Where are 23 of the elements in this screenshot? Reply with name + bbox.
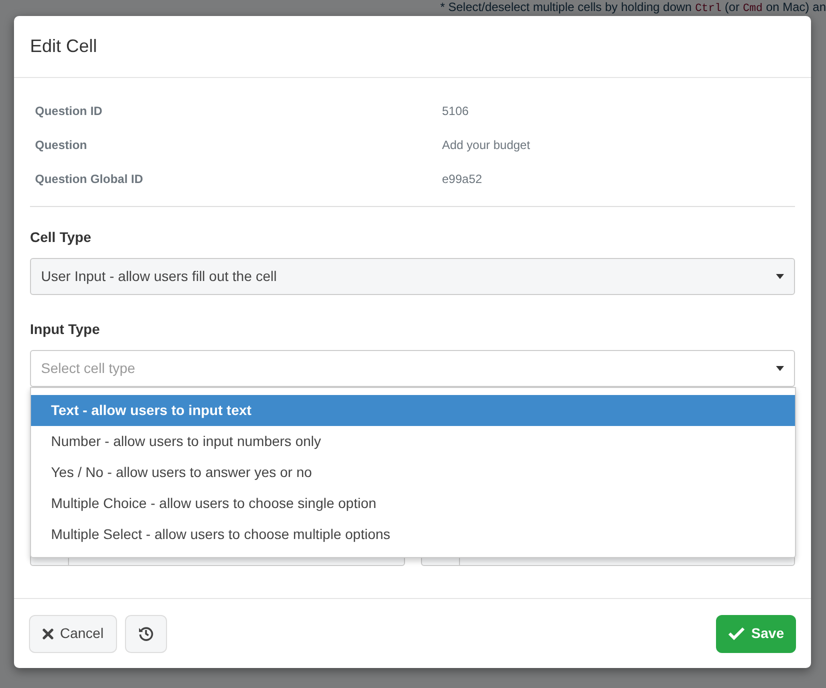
detail-value: e99a52	[442, 171, 482, 188]
dropdown-option[interactable]: Text - allow users to input text	[31, 395, 795, 426]
history-button[interactable]	[124, 614, 167, 652]
dropdown-option[interactable]: Multiple Select - allow users to choose multiple options	[31, 519, 795, 550]
close-icon	[42, 628, 54, 640]
detail-label: Question Global ID	[34, 171, 144, 188]
field-label: Input Type	[30, 320, 101, 339]
field-label: Cell Type	[30, 228, 92, 247]
cell-type-select[interactable]: User Input - allow users fill out the cell	[30, 258, 795, 295]
dropdown-option[interactable]: Yes / No - allow users to answer yes or no	[31, 457, 795, 488]
dropdown-option[interactable]: Number - allow users to input numbers only	[31, 426, 795, 457]
background-instruction-text: * Select/deselect multiple cells by holding down Ctrl (or Cmd on Mac) an	[440, 0, 826, 17]
detail-value: 5106	[442, 103, 469, 120]
caret-icon	[776, 274, 784, 279]
cancel-button[interactable]: Cancel	[29, 614, 117, 652]
caret-icon	[776, 366, 784, 371]
detail-label: Question ID	[34, 103, 104, 120]
history-icon	[138, 625, 154, 642]
dropdown-option[interactable]: Multiple Choice - allow users to choose single option	[31, 488, 795, 519]
detail-value: Add your budget	[442, 137, 530, 154]
dialog-title: Edit Cell	[30, 36, 98, 58]
detail-label: Question	[34, 137, 88, 154]
checkmark-icon	[728, 627, 746, 640]
